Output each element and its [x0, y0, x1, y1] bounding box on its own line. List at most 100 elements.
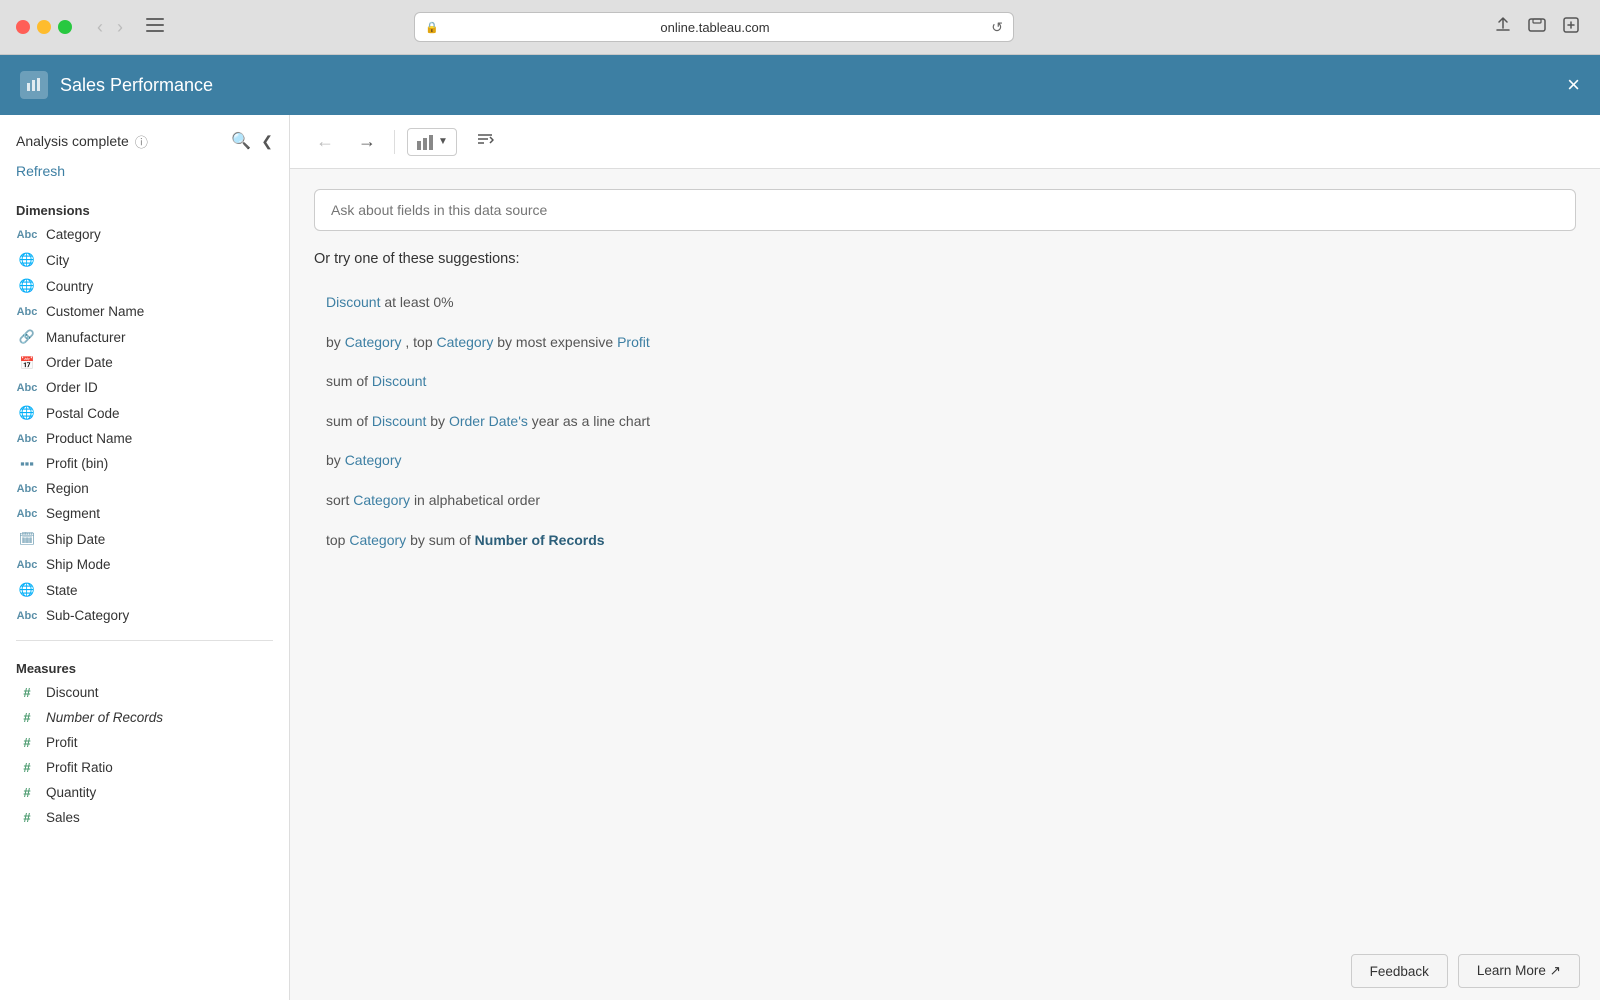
field-label: Product Name	[46, 431, 273, 446]
dimension-product-name[interactable]: Abc Product Name	[0, 426, 289, 451]
dimension-ship-mode[interactable]: Abc Ship Mode	[0, 552, 289, 577]
field-label: Ship Date	[46, 532, 273, 547]
dimension-country[interactable]: 🌐 Country	[0, 273, 289, 299]
dimension-region[interactable]: Abc Region	[0, 476, 289, 501]
suggestion-1[interactable]: Discount at least 0%	[314, 283, 1576, 323]
hash-icon: #	[16, 710, 38, 725]
dimension-state[interactable]: 🌐 State	[0, 577, 289, 603]
learn-more-button[interactable]: Learn More ↗	[1458, 954, 1580, 988]
globe-icon: 🌐	[16, 405, 38, 421]
sort-button[interactable]	[469, 125, 501, 158]
suggestion-text: at least 0%	[384, 294, 453, 310]
field-label: Quantity	[46, 785, 273, 800]
field-label: Sub-Category	[46, 608, 273, 623]
viz-type-button[interactable]: ▼	[407, 128, 457, 156]
field-label: Discount	[46, 685, 273, 700]
suggestion-highlight: Discount	[372, 413, 426, 429]
ask-search-input[interactable]	[314, 189, 1576, 231]
sidebar-search-button[interactable]: 🔍	[231, 131, 251, 151]
suggestion-6[interactable]: sort Category in alphabetical order	[314, 481, 1576, 521]
suggestion-3[interactable]: sum of Discount	[314, 362, 1576, 402]
new-tab-button[interactable]	[1558, 12, 1584, 43]
suggestion-highlight-bold: Number of Records	[475, 532, 605, 548]
traffic-lights	[16, 20, 72, 34]
analysis-status: Analysis complete ⓘ	[16, 132, 148, 151]
field-label: Profit (bin)	[46, 456, 273, 471]
refresh-link[interactable]: Refresh	[0, 163, 289, 195]
dimension-order-date[interactable]: 📅 Order Date	[0, 350, 289, 375]
page-title: Sales Performance	[60, 75, 213, 96]
dimension-order-id[interactable]: Abc Order ID	[0, 375, 289, 400]
dimension-category[interactable]: Abc Category	[0, 222, 289, 247]
hash-icon: #	[16, 810, 38, 825]
dimension-profit-bin[interactable]: ▪▪▪ Profit (bin)	[0, 451, 289, 476]
field-label: Postal Code	[46, 406, 273, 421]
forward-button[interactable]: ›	[112, 15, 128, 40]
app-header: Sales Performance ×	[0, 55, 1600, 115]
suggestion-highlight: Order Date's	[449, 413, 528, 429]
field-label: State	[46, 583, 273, 598]
minimize-traffic-light[interactable]	[37, 20, 51, 34]
measure-discount[interactable]: # Discount	[0, 680, 289, 705]
suggestion-5[interactable]: by Category	[314, 441, 1576, 481]
suggestion-7[interactable]: top Category by sum of Number of Records	[314, 521, 1576, 561]
sidebar-collapse-button[interactable]: ❮	[261, 133, 273, 150]
suggestion-text: sum of	[326, 413, 372, 429]
close-button[interactable]: ×	[1567, 74, 1580, 96]
calendar-icon: 📅	[16, 356, 38, 370]
dimension-customer-name[interactable]: Abc Customer Name	[0, 299, 289, 324]
dimension-ship-date[interactable]: 🗓 Ship Date	[0, 526, 289, 552]
close-traffic-light[interactable]	[16, 20, 30, 34]
reload-button[interactable]: ↺	[991, 19, 1003, 36]
globe-icon: 🌐	[16, 278, 38, 294]
suggestion-text: , top	[405, 334, 436, 350]
field-label: Profit Ratio	[46, 760, 273, 775]
dimension-sub-category[interactable]: Abc Sub-Category	[0, 603, 289, 628]
sidebar-top: Analysis complete ⓘ 🔍 ❮	[0, 131, 289, 163]
fullscreen-traffic-light[interactable]	[58, 20, 72, 34]
status-text: Analysis complete	[16, 133, 129, 149]
nav-arrows: ‹ ›	[92, 15, 128, 40]
suggestion-highlight: Category	[345, 334, 402, 350]
learn-more-label: Learn More ↗	[1477, 963, 1561, 979]
back-button[interactable]: ‹	[92, 15, 108, 40]
share-button[interactable]	[1490, 12, 1516, 43]
suggestion-text: in alphabetical order	[414, 492, 540, 508]
abc-icon: Abc	[16, 483, 38, 495]
field-label: Number of Records	[46, 710, 273, 725]
field-label: Segment	[46, 506, 273, 521]
calendar-icon: 🗓	[16, 531, 38, 547]
field-label: Manufacturer	[46, 330, 273, 345]
measure-number-of-records[interactable]: # Number of Records	[0, 705, 289, 730]
measure-sales[interactable]: # Sales	[0, 805, 289, 830]
field-label: Order Date	[46, 355, 273, 370]
suggestion-2[interactable]: by Category , top Category by most expen…	[314, 323, 1576, 363]
info-icon[interactable]: ⓘ	[135, 132, 148, 151]
tab-button[interactable]	[1524, 12, 1550, 43]
suggestion-text: top	[326, 532, 349, 548]
suggestion-text: by most expensive	[497, 334, 617, 350]
suggestions-area: Or try one of these suggestions: Discoun…	[290, 251, 1600, 560]
dimension-postal-code[interactable]: 🌐 Postal Code	[0, 400, 289, 426]
toolbar-separator	[394, 130, 395, 154]
sidebar-toggle-button[interactable]	[140, 14, 170, 41]
forward-viz-button[interactable]: →	[352, 127, 382, 156]
browser-actions	[1490, 12, 1584, 43]
suggestion-text: sort	[326, 492, 353, 508]
dimension-manufacturer[interactable]: 🔗 Manufacturer	[0, 324, 289, 350]
measure-profit-ratio[interactable]: # Profit Ratio	[0, 755, 289, 780]
measure-profit[interactable]: # Profit	[0, 730, 289, 755]
suggestion-text: by	[326, 452, 345, 468]
back-viz-button[interactable]: ←	[310, 127, 340, 156]
abc-icon: Abc	[16, 433, 38, 445]
field-label: Sales	[46, 810, 273, 825]
field-label: Order ID	[46, 380, 273, 395]
dimension-city[interactable]: 🌐 City	[0, 247, 289, 273]
measure-quantity[interactable]: # Quantity	[0, 780, 289, 805]
bottom-bar: Feedback Learn More ↗	[1331, 942, 1600, 1000]
dimension-segment[interactable]: Abc Segment	[0, 501, 289, 526]
suggestion-4[interactable]: sum of Discount by Order Date's year as …	[314, 402, 1576, 442]
feedback-button[interactable]: Feedback	[1351, 954, 1448, 988]
suggestions-label: Or try one of these suggestions:	[314, 251, 1576, 267]
sidebar: Analysis complete ⓘ 🔍 ❮ Refresh Dimensio…	[0, 115, 290, 1000]
